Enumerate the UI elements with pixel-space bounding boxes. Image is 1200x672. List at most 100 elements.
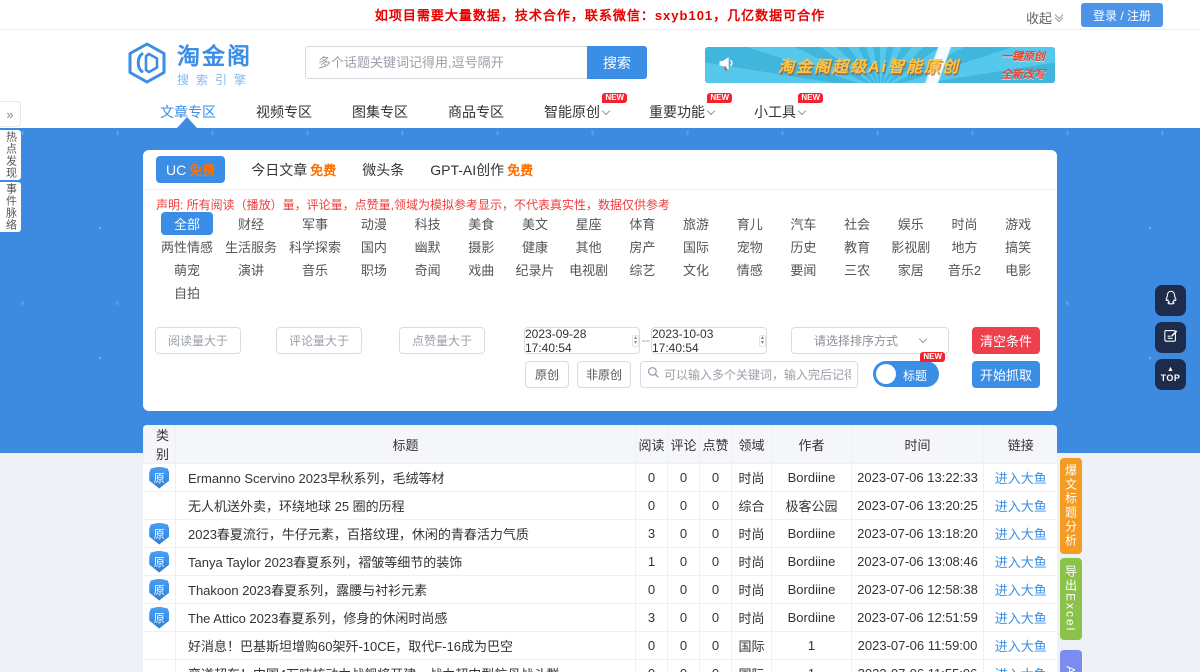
side-action-tab[interactable]: 导出Excel: [1060, 558, 1082, 640]
non-original-filter-button[interactable]: 非原创: [577, 361, 631, 388]
left-dock-tab[interactable]: 热点发现: [0, 130, 21, 180]
category-item[interactable]: 汽车: [777, 212, 831, 235]
original-filter-button[interactable]: 原创: [525, 361, 569, 388]
category-item[interactable]: 幽默: [401, 235, 455, 258]
spinner-icon[interactable]: ▴▾: [632, 335, 639, 347]
category-item[interactable]: 国内: [347, 235, 401, 258]
source-tab[interactable]: 今日文章 免费: [251, 160, 336, 180]
nav-item[interactable]: 图集专区: [352, 102, 408, 122]
category-item[interactable]: 星座: [562, 212, 616, 235]
category-item[interactable]: 游戏: [991, 212, 1045, 235]
category-item[interactable]: 摄影: [454, 235, 508, 258]
category-item[interactable]: 要闻: [777, 258, 831, 281]
category-item[interactable]: 科技: [401, 212, 455, 235]
spinner-icon[interactable]: ▴▾: [759, 335, 766, 347]
login-register-button[interactable]: 登录 / 注册: [1081, 3, 1163, 27]
open-source-link[interactable]: 进入大鱼: [995, 667, 1047, 672]
nav-item[interactable]: 视频专区: [256, 102, 312, 122]
category-item[interactable]: 搞笑: [991, 235, 1045, 258]
category-item[interactable]: 文化: [669, 258, 723, 281]
search-group: 搜索: [305, 46, 647, 79]
category-item[interactable]: 军事: [283, 212, 347, 235]
left-dock-expand-icon[interactable]: »: [0, 101, 21, 127]
category-item[interactable]: 体育: [615, 212, 669, 235]
category-item[interactable]: 其他: [562, 235, 616, 258]
likes-count: 0: [700, 464, 732, 492]
category-item[interactable]: 动漫: [347, 212, 401, 235]
side-action-tab[interactable]: API需求: [1060, 650, 1082, 672]
collapse-toggle[interactable]: 收起: [1026, 8, 1062, 27]
nav-item[interactable]: 重要功能 NEW: [649, 102, 714, 122]
category-item[interactable]: 科学探索: [283, 235, 347, 258]
left-dock-tab[interactable]: 事件脉络: [0, 182, 21, 232]
side-action-tab[interactable]: 爆文标题分析: [1060, 458, 1082, 554]
qq-contact-button[interactable]: [1155, 285, 1186, 316]
category-item[interactable]: 美文: [508, 212, 562, 235]
open-source-link[interactable]: 进入大鱼: [995, 583, 1047, 598]
reads-filter-input[interactable]: [155, 327, 241, 354]
category-item[interactable]: 娱乐: [884, 212, 938, 235]
source-tab[interactable]: 微头条: [362, 160, 404, 180]
source-tab[interactable]: GPT-AI创作 免费: [430, 160, 533, 180]
source-tab[interactable]: UC 免费: [156, 156, 225, 183]
likes-filter-input[interactable]: [399, 327, 485, 354]
nav-item[interactable]: 商品专区: [448, 102, 504, 122]
search-button[interactable]: 搜索: [587, 46, 647, 79]
category-item[interactable]: 美食: [454, 212, 508, 235]
nav-item[interactable]: 智能原创 NEW: [544, 102, 609, 122]
table-row: 原 Ermanno Scervino 2023早秋系列，毛绒等材 0 0 0 时…: [144, 464, 1058, 492]
category-item[interactable]: 影视剧: [884, 235, 938, 258]
category-item[interactable]: 家居: [884, 258, 938, 281]
category-item[interactable]: 自拍: [155, 281, 219, 304]
reads-count: 3: [636, 520, 668, 548]
category-item[interactable]: 育儿: [723, 212, 777, 235]
category-item[interactable]: 社会: [830, 212, 884, 235]
open-source-link[interactable]: 进入大鱼: [995, 555, 1047, 570]
category-item[interactable]: 旅游: [669, 212, 723, 235]
category-item[interactable]: 历史: [777, 235, 831, 258]
category-item[interactable]: 宠物: [723, 235, 777, 258]
date-from-input[interactable]: 2023-09-28 17:40:54 ▴▾: [524, 327, 640, 354]
nav-item[interactable]: 小工具 NEW: [754, 102, 805, 122]
category-item[interactable]: 音乐: [283, 258, 347, 281]
category-item[interactable]: 房产: [615, 235, 669, 258]
category-item[interactable]: 萌宠: [155, 258, 219, 281]
open-source-link[interactable]: 进入大鱼: [995, 611, 1047, 626]
category-item[interactable]: 电视剧: [562, 258, 616, 281]
keyword-input[interactable]: [664, 368, 851, 382]
category-item[interactable]: 财经: [219, 212, 283, 235]
category-item[interactable]: 情感: [723, 258, 777, 281]
category-item[interactable]: 音乐2: [938, 258, 992, 281]
category-item[interactable]: 戏曲: [454, 258, 508, 281]
category-item[interactable]: 国际: [669, 235, 723, 258]
start-scrape-button[interactable]: 开始抓取: [972, 361, 1040, 388]
ad-banner[interactable]: 淘金阁超级Ai智能原创 一键原创 全新改写: [705, 47, 1055, 83]
clear-filters-button[interactable]: 清空条件: [972, 327, 1040, 354]
open-source-link[interactable]: 进入大鱼: [995, 527, 1047, 542]
title-search-toggle[interactable]: 标题 NEW: [873, 361, 939, 387]
category-item[interactable]: 教育: [830, 235, 884, 258]
category-item[interactable]: 奇闻: [401, 258, 455, 281]
category-item[interactable]: 生活服务: [219, 235, 283, 258]
category-item[interactable]: 地方: [938, 235, 992, 258]
logo[interactable]: 淘金阁 搜索引擎: [125, 41, 253, 90]
category-item[interactable]: 纪录片: [508, 258, 562, 281]
open-source-link[interactable]: 进入大鱼: [995, 471, 1047, 486]
feedback-button[interactable]: [1155, 322, 1186, 353]
date-to-input[interactable]: 2023-10-03 17:40:54 ▴▾: [651, 327, 767, 354]
category-item[interactable]: 演讲: [219, 258, 283, 281]
category-item[interactable]: 时尚: [938, 212, 992, 235]
category-item[interactable]: 电影: [991, 258, 1045, 281]
comments-filter-input[interactable]: [276, 327, 362, 354]
search-input[interactable]: [305, 46, 587, 79]
category-item[interactable]: 综艺: [615, 258, 669, 281]
back-to-top-button[interactable]: ▲ TOP: [1155, 359, 1186, 390]
category-item[interactable]: 职场: [347, 258, 401, 281]
category-item[interactable]: 两性情感: [155, 235, 219, 258]
category-item[interactable]: 三农: [830, 258, 884, 281]
category-item[interactable]: 健康: [508, 235, 562, 258]
category-item[interactable]: 全部: [155, 212, 219, 235]
open-source-link[interactable]: 进入大鱼: [995, 639, 1047, 654]
open-source-link[interactable]: 进入大鱼: [995, 499, 1047, 514]
sort-select[interactable]: 请选择排序方式: [791, 327, 949, 354]
